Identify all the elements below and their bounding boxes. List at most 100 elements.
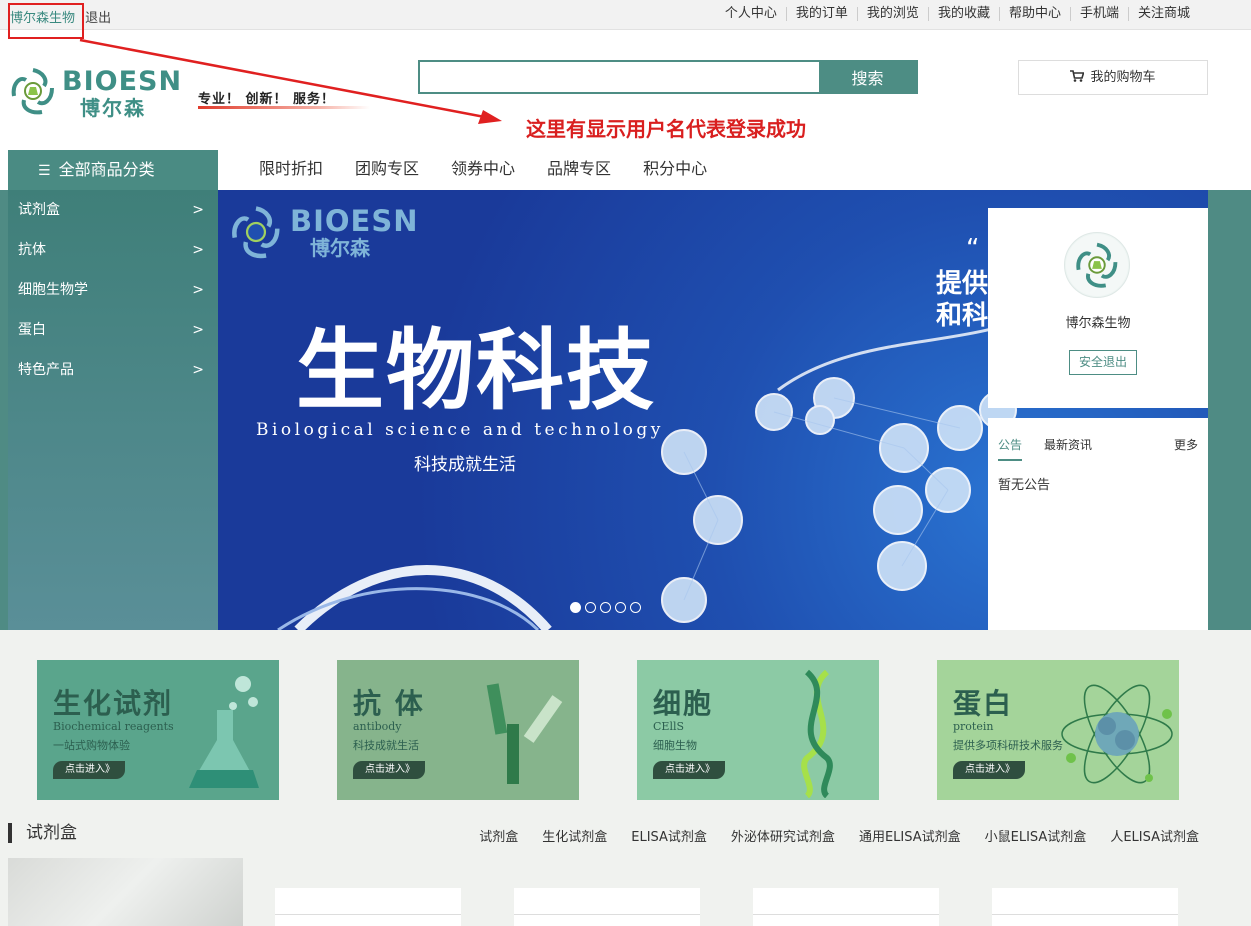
chevron-right-icon: > xyxy=(192,282,204,298)
notice-more-link[interactable]: 更多 xyxy=(1174,436,1198,453)
category-label: 蛋白 xyxy=(18,322,46,338)
promo-card-title: 细胞 xyxy=(653,687,714,720)
chevron-right-icon: > xyxy=(192,322,204,338)
product-card[interactable] xyxy=(992,888,1178,926)
chevron-right-icon: > xyxy=(192,202,204,218)
banner-subtitle-cn: 科技成就生活 xyxy=(414,455,516,475)
antibody-icon xyxy=(486,683,563,784)
slogan-underline xyxy=(198,106,370,109)
all-categories-button[interactable]: ☰ 全部商品分类 xyxy=(8,150,218,190)
promo-card-en: protein xyxy=(953,720,994,733)
main-nav: 限时折扣 团购专区 领券中心 品牌专区 积分中心 xyxy=(243,150,723,190)
banner-subtitle-en: Biological science and technology xyxy=(256,420,664,440)
search-input[interactable] xyxy=(420,62,819,92)
logo-icon[interactable] xyxy=(8,66,58,116)
nav-points-center[interactable]: 积分中心 xyxy=(627,150,723,190)
link-my-browsing[interactable]: 我的浏览 xyxy=(856,7,928,21)
product-card[interactable] xyxy=(275,888,461,926)
link-help-center[interactable]: 帮助中心 xyxy=(998,7,1070,21)
category-label: 试剂盒 xyxy=(18,202,60,218)
promo-card-cells[interactable]: 细胞 CEllS 细胞生物 点击进入》 xyxy=(637,660,879,800)
category-item-cell-biology[interactable]: 细胞生物学 > xyxy=(8,270,218,310)
section-link[interactable]: 外泌体研究试剂盒 xyxy=(731,826,835,845)
category-label: 抗体 xyxy=(18,242,46,258)
promo-card-biochemical[interactable]: 生化试剂 Biochemical reagents 一站式购物体验 点击进入》 xyxy=(37,660,279,800)
product-card[interactable] xyxy=(753,888,939,926)
nav-brand-zone[interactable]: 品牌专区 xyxy=(531,150,627,190)
promo-card-title: 抗 体 xyxy=(353,687,425,720)
promo-card-subtitle: 科技成就生活 xyxy=(353,739,419,752)
section-link[interactable]: 通用ELISA试剂盒 xyxy=(859,826,961,845)
chevron-right-icon: > xyxy=(192,242,204,258)
category-item-kits[interactable]: 试剂盒 > xyxy=(8,190,218,230)
notice-panel: 公告 最新资讯 更多 暂无公告 xyxy=(988,418,1208,630)
banner-side-text: 提供 和科 xyxy=(936,268,988,332)
promo-card-enter-button[interactable]: 点击进入》 xyxy=(53,761,125,779)
login-highlight-box xyxy=(8,3,84,39)
link-follow-store[interactable]: 关注商城 xyxy=(1127,7,1199,21)
link-mobile[interactable]: 手机端 xyxy=(1069,7,1128,21)
promo-card-protein[interactable]: 蛋白 protein 提供多项科研技术服务 点击进入》 xyxy=(937,660,1179,800)
top-bar: 博尔森生物 退出 个人中心 我的订单 我的浏览 我的收藏 帮助中心 手机端 关注… xyxy=(0,0,1251,30)
cart-icon xyxy=(1070,70,1085,82)
section-links: 试剂盒 生化试剂盒 ELISA试剂盒 外泌体研究试剂盒 通用ELISA试剂盒 小… xyxy=(455,826,1199,845)
section-link[interactable]: 人ELISA试剂盒 xyxy=(1110,826,1199,845)
top-links: 个人中心 我的订单 我的浏览 我的收藏 帮助中心 手机端 关注商城 xyxy=(716,7,1199,21)
promo-card-enter-button[interactable]: 点击进入》 xyxy=(353,761,425,779)
search-button[interactable]: 搜索 xyxy=(819,62,916,92)
banner-title: 生物科技 xyxy=(296,318,657,422)
promo-card-title: 蛋白 xyxy=(953,687,1014,720)
banner-side-line-2: 和科 xyxy=(936,301,989,331)
promo-card-subtitle: 一站式购物体验 xyxy=(53,739,130,752)
promo-card-antibody[interactable]: 抗 体 antibody 科技成就生活 点击进入》 xyxy=(337,660,579,800)
nav-limited-discount[interactable]: 限时折扣 xyxy=(243,150,339,190)
promo-card-subtitle: 提供多项科研技术服务 xyxy=(953,739,1063,752)
link-my-orders[interactable]: 我的订单 xyxy=(785,7,857,21)
banner-side-line-1: 提供 xyxy=(936,269,989,299)
nav-coupon-center[interactable]: 领券中心 xyxy=(435,150,531,190)
notice-empty-text: 暂无公告 xyxy=(998,478,1051,493)
carousel-dot[interactable] xyxy=(600,602,611,613)
promo-card-title: 生化试剂 xyxy=(53,687,174,720)
product-card[interactable] xyxy=(514,888,700,926)
promo-card-subtitle: 细胞生物 xyxy=(653,739,697,752)
link-my-favorites[interactable]: 我的收藏 xyxy=(927,7,999,21)
category-item-protein[interactable]: 蛋白 > xyxy=(8,310,218,350)
logout-link[interactable]: 退出 xyxy=(85,11,111,26)
carousel-dot[interactable] xyxy=(615,602,626,613)
molecule-icon xyxy=(1061,684,1173,784)
section-link[interactable]: ELISA试剂盒 xyxy=(631,826,707,845)
promo-card-en: Biochemical reagents xyxy=(53,720,174,733)
user-name: 博尔森生物 xyxy=(1065,316,1131,331)
search-bar: 搜索 xyxy=(418,60,918,94)
cart-button[interactable]: 我的购物车 xyxy=(1018,60,1208,95)
section-link[interactable]: 试剂盒 xyxy=(479,826,518,845)
safe-logout-button[interactable]: 安全退出 xyxy=(1069,350,1137,375)
promo-card-en: CEllS xyxy=(653,720,685,733)
section-link[interactable]: 生化试剂盒 xyxy=(542,826,607,845)
promo-card-enter-button[interactable]: 点击进入》 xyxy=(653,761,725,779)
tab-latest-news[interactable]: 最新资讯 xyxy=(1044,436,1092,461)
category-item-featured[interactable]: 特色产品 > xyxy=(8,350,218,390)
divider xyxy=(992,914,1178,915)
carousel-dot[interactable] xyxy=(630,602,641,613)
section-title: 试剂盒 xyxy=(8,823,77,843)
divider xyxy=(514,914,700,915)
section-link[interactable]: 小鼠ELISA试剂盒 xyxy=(985,826,1087,845)
user-panel: 博尔森生物 安全退出 xyxy=(988,208,1208,408)
cart-label: 我的购物车 xyxy=(1090,70,1156,85)
link-personal-center[interactable]: 个人中心 xyxy=(716,7,786,21)
section-feature-image[interactable] xyxy=(8,858,243,926)
nav-group-buy[interactable]: 团购专区 xyxy=(339,150,435,190)
avatar xyxy=(1064,232,1130,298)
promo-card-enter-button[interactable]: 点击进入》 xyxy=(953,761,1025,779)
tab-announcement[interactable]: 公告 xyxy=(998,436,1023,461)
flask-icon xyxy=(189,676,259,788)
divider xyxy=(753,914,939,915)
category-item-antibody[interactable]: 抗体 > xyxy=(8,230,218,270)
carousel-dot[interactable] xyxy=(585,602,596,613)
carousel-dot[interactable] xyxy=(570,602,581,613)
category-label: 细胞生物学 xyxy=(18,282,88,298)
dna-icon xyxy=(801,669,833,798)
carousel-dots xyxy=(570,602,641,613)
